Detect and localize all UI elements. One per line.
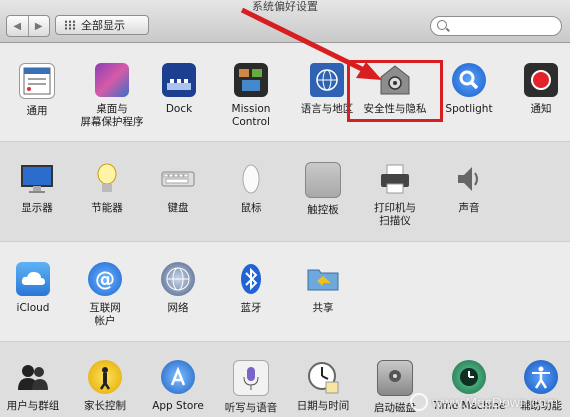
notifications-icon [524, 63, 558, 97]
pref-bluetooth[interactable]: 蓝牙 [214, 262, 288, 315]
pref-sharing[interactable]: 共享 [286, 262, 360, 315]
pref-parental[interactable]: 家长控制 [68, 360, 142, 413]
pref-dock[interactable]: Dock [142, 63, 216, 116]
pref-label: Dock [165, 103, 193, 115]
pref-trackpad[interactable]: 触控板 [286, 162, 360, 217]
internet-accounts-icon: @ [88, 262, 122, 296]
parental-icon [88, 360, 122, 394]
search-icon [437, 20, 447, 30]
pref-keyboard[interactable]: 键盘 [141, 162, 215, 215]
pref-users[interactable]: 用户与群组 [0, 360, 70, 413]
pref-icloud[interactable]: iCloud [0, 262, 70, 315]
pref-dictation[interactable]: 听写与语音 [214, 360, 288, 415]
pref-mission-control[interactable]: Mission Control [214, 63, 288, 129]
pref-row-personal: 通用 桌面与 屏幕保护程序 Dock Mission Control 语言与地区… [0, 43, 570, 142]
back-button[interactable]: ◀ [7, 16, 29, 36]
pref-desktop[interactable]: 桌面与 屏幕保护程序 [75, 63, 149, 129]
pref-printers[interactable]: 打印机与 扫描仪 [358, 162, 432, 228]
icloud-icon [16, 262, 50, 296]
pref-label: Mission Control [231, 103, 271, 128]
pref-label: 用户与群组 [6, 400, 60, 412]
toolbar: 系统偏好设置 ◀ ▶ 全部显示 [0, 0, 570, 43]
dock-icon [162, 63, 196, 97]
timemachine-icon [452, 360, 486, 394]
show-all-button[interactable]: 全部显示 [55, 15, 149, 35]
appstore-icon [161, 360, 195, 394]
dictation-icon [233, 360, 269, 396]
pref-label: 网络 [167, 302, 189, 314]
accessibility-icon [524, 360, 558, 394]
keyboard-icon [161, 162, 195, 196]
sound-icon [452, 162, 486, 196]
annotation-highlight-box [347, 60, 443, 122]
datetime-icon [306, 360, 340, 394]
watermark: www.MacDown.com [409, 393, 558, 411]
displays-icon [20, 162, 54, 196]
pref-datetime[interactable]: 日期与时间 [286, 360, 360, 413]
pref-label: 蓝牙 [240, 302, 262, 314]
pref-label: 通用 [26, 105, 48, 117]
users-icon [16, 360, 50, 394]
pref-internet-accounts[interactable]: @ 互联网 帐户 [68, 262, 142, 328]
spotlight-icon [452, 63, 486, 97]
pref-network[interactable]: 网络 [141, 262, 215, 315]
pref-label: 鼠标 [240, 202, 262, 214]
pref-displays[interactable]: 显示器 [0, 162, 74, 215]
trackpad-icon [305, 162, 341, 198]
pref-label: iCloud [16, 302, 50, 314]
sharing-icon [306, 262, 340, 296]
pref-notifications[interactable]: 通知 [504, 63, 570, 116]
mission-control-icon [234, 63, 268, 97]
general-icon [19, 63, 55, 99]
pref-label: 桌面与 屏幕保护程序 [80, 103, 144, 128]
pref-row-hardware: 显示器 节能器 键盘 鼠标 触控板 打印机与 扫描仪 声音 [0, 142, 570, 242]
startup-disk-icon [377, 360, 413, 396]
pref-label: 键盘 [167, 202, 189, 214]
pref-row-internet: iCloud @ 互联网 帐户 网络 蓝牙 共享 [0, 242, 570, 342]
pref-label: 节能器 [91, 202, 123, 214]
printer-icon [378, 162, 412, 196]
pref-sound[interactable]: 声音 [432, 162, 506, 215]
pref-appstore[interactable]: App Store [141, 360, 215, 413]
pref-label: 共享 [312, 302, 334, 314]
pref-energy[interactable]: 节能器 [70, 162, 144, 215]
macdown-logo-icon [409, 393, 428, 411]
pref-label: 通知 [530, 103, 552, 115]
pref-label: 触控板 [307, 204, 339, 216]
pref-label: 显示器 [21, 202, 53, 214]
language-icon [310, 63, 344, 97]
bluetooth-icon [234, 262, 268, 296]
mouse-icon [234, 162, 268, 196]
desktop-icon [95, 63, 129, 97]
pref-spotlight[interactable]: Spotlight [432, 63, 506, 116]
nav-buttons: ◀ ▶ [6, 15, 50, 37]
watermark-text: www.MacDown.com [431, 394, 558, 410]
network-icon [161, 262, 195, 296]
pref-label: 声音 [458, 202, 480, 214]
forward-button[interactable]: ▶ [29, 16, 50, 36]
grid-icon [64, 20, 76, 30]
energy-icon [90, 162, 124, 196]
search-field[interactable] [430, 16, 562, 36]
window-title: 系统偏好设置 [252, 0, 318, 13]
pref-label: 日期与时间 [296, 400, 350, 412]
pref-label: Spotlight [445, 103, 493, 115]
pref-mouse[interactable]: 鼠标 [214, 162, 288, 215]
show-all-label: 全部显示 [81, 19, 125, 32]
pref-label: App Store [152, 400, 204, 412]
pref-label: 听写与语音 [224, 402, 278, 414]
pref-label: 互联网 帐户 [89, 302, 121, 327]
pref-label: 打印机与 扫描仪 [374, 202, 416, 227]
pref-general[interactable]: 通用 [0, 63, 74, 118]
pref-label: 家长控制 [84, 400, 126, 412]
